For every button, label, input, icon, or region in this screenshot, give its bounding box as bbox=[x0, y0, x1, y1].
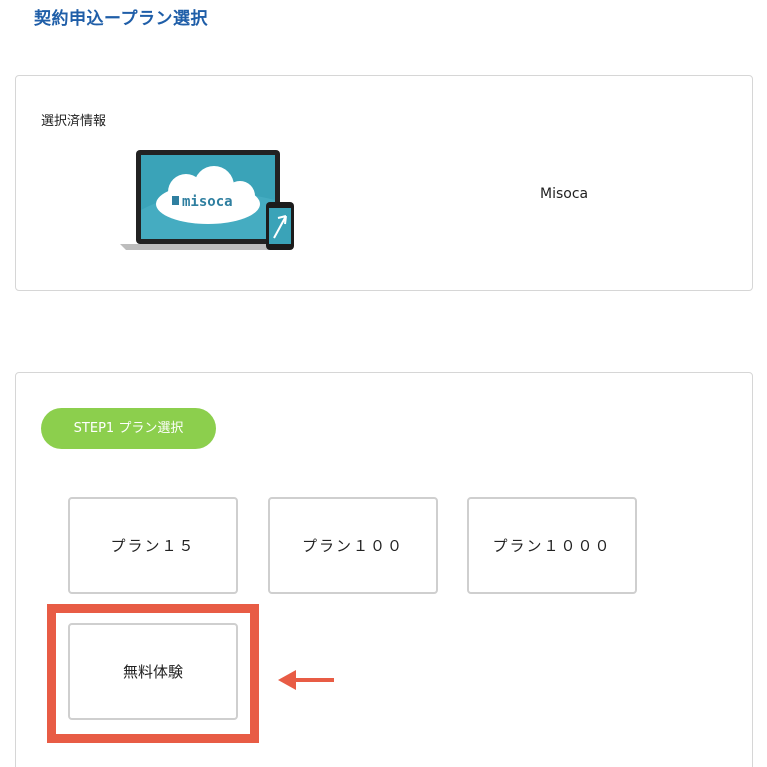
selected-info-panel: 選択済情報 misoca Misoca bbox=[15, 75, 753, 291]
page-title: 契約申込ープラン選択 bbox=[34, 9, 208, 29]
misoca-product-image: misoca bbox=[120, 150, 294, 250]
selected-info-label: 選択済情報 bbox=[41, 114, 107, 129]
step1-badge: STEP1 プラン選択 bbox=[41, 408, 216, 449]
plan-15-button[interactable]: プラン１５ bbox=[68, 497, 238, 594]
misoca-logo-mark bbox=[172, 196, 179, 205]
misoca-logo-text: misoca bbox=[182, 194, 233, 210]
phone-icon bbox=[266, 202, 294, 250]
product-name: Misoca bbox=[540, 186, 589, 202]
page: 契約申込ープラン選択 選択済情報 misoca Misoca STEP1 プラン… bbox=[0, 0, 767, 767]
highlight-annotation-box bbox=[47, 604, 259, 743]
plan-100-button[interactable]: プラン１００ bbox=[268, 497, 438, 594]
plan-1000-button[interactable]: プラン１０００ bbox=[467, 497, 637, 594]
left-arrow-icon bbox=[278, 670, 334, 690]
